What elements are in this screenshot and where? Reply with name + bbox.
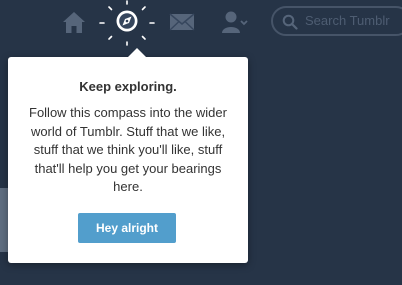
search-icon xyxy=(282,14,298,35)
compass-icon[interactable] xyxy=(113,7,141,35)
hey-alright-button[interactable]: Hey alright xyxy=(78,213,176,243)
popover-title: Keep exploring. xyxy=(79,79,177,94)
background-sidebar-edge xyxy=(0,188,8,252)
search-placeholder: Search Tumblr xyxy=(305,13,390,28)
top-navigation-bar: Search Tumblr xyxy=(0,0,402,46)
popover-arrow xyxy=(128,48,146,57)
explore-tooltip-popover: Keep exploring. Follow this compass into… xyxy=(8,48,248,263)
account-icon[interactable] xyxy=(220,8,248,36)
home-icon[interactable] xyxy=(60,8,88,36)
search-field[interactable]: Search Tumblr xyxy=(271,6,402,36)
popover-body-text: Follow this compass into the wider world… xyxy=(29,105,227,194)
mail-icon[interactable] xyxy=(168,8,196,36)
